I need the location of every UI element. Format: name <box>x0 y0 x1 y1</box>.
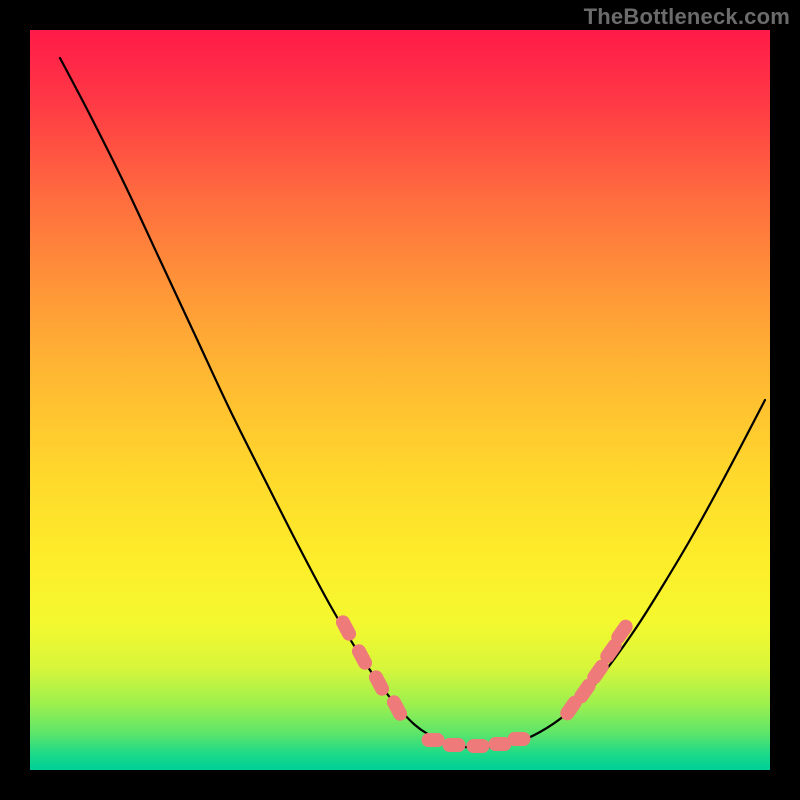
chart-plot-area <box>30 30 770 770</box>
highlight-marker <box>508 733 530 746</box>
chart-svg <box>30 30 770 770</box>
highlight-marker <box>385 693 409 722</box>
chart-frame: TheBottleneck.com <box>0 0 800 800</box>
highlight-marker <box>422 734 444 747</box>
highlight-marker <box>350 642 374 671</box>
highlight-marker <box>367 668 391 697</box>
bottleneck-curve <box>60 58 765 748</box>
highlight-marker <box>467 740 489 753</box>
highlight-markers-bottom <box>422 733 530 753</box>
highlight-markers-left <box>334 613 409 722</box>
highlight-marker <box>334 613 358 642</box>
watermark-text: TheBottleneck.com <box>584 4 790 30</box>
highlight-markers-right <box>558 618 635 723</box>
highlight-marker <box>443 739 465 752</box>
